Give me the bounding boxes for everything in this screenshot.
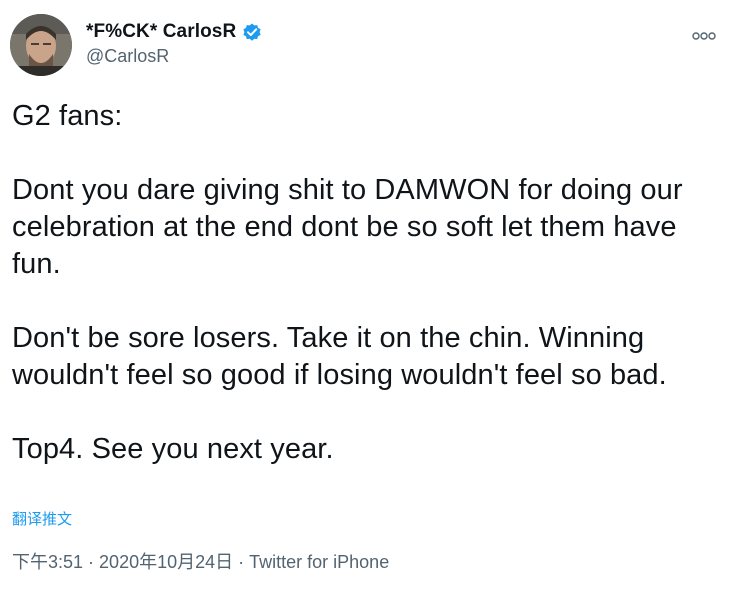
author-handle[interactable]: @CarlosR [86, 46, 263, 67]
meta-separator: · [88, 552, 95, 572]
translate-tweet-link[interactable]: 翻译推文 [12, 508, 72, 529]
tweet-paragraph: G2 fans: [12, 100, 123, 132]
verified-badge-icon [241, 21, 263, 43]
tweet-card: *F%CK* CarlosR @CarlosR G2 fans: Dont yo… [0, 0, 738, 589]
tweet-source[interactable]: Twitter for iPhone [249, 552, 389, 572]
tweet-meta: 下午3:51 · 2020年10月24日 · Twitter for iPhone [12, 548, 389, 574]
tweet-header: *F%CK* CarlosR @CarlosR [10, 14, 728, 78]
tweet-time[interactable]: 下午3:51 [12, 552, 83, 572]
author-names: *F%CK* CarlosR @CarlosR [86, 20, 263, 67]
tweet-paragraph: Top4. See you next year. [12, 433, 334, 465]
tweet-paragraph: Dont you dare giving shit to DAMWON for … [12, 174, 683, 280]
display-name[interactable]: *F%CK* CarlosR [86, 21, 236, 43]
tweet-text: G2 fans: Dont you dare giving shit to DA… [12, 98, 724, 468]
meta-separator: · [238, 552, 245, 572]
avatar-image [10, 14, 72, 76]
tweet-paragraph: Don't be sore losers. Take it on the chi… [12, 322, 667, 391]
tweet-date[interactable]: 2020年10月24日 [99, 552, 233, 572]
display-name-row: *F%CK* CarlosR [86, 20, 263, 44]
avatar[interactable] [10, 14, 72, 76]
more-options-icon[interactable] [692, 28, 716, 40]
